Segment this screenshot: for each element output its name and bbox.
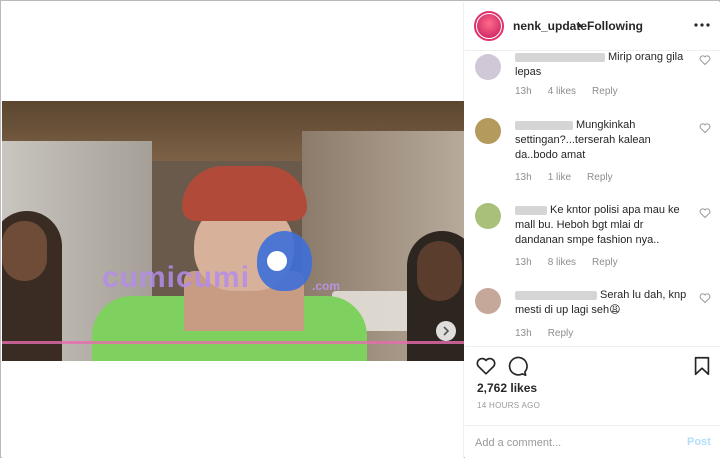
commenter-username-redacted[interactable] [515, 120, 573, 130]
post-sidebar: nenk_update • Following Mirip orang gila… [465, 2, 720, 458]
comment-heart-icon[interactable] [699, 54, 711, 66]
comment-text: Mungkinkah settingan?...terserah kalean … [515, 118, 693, 163]
comment-time: 13h [515, 86, 532, 97]
heart-icon[interactable] [475, 355, 497, 377]
comment-item: Ke kntor polisi apa mau ke mall bu. Hebo… [475, 203, 715, 273]
comment-heart-icon[interactable] [699, 207, 711, 219]
video-player[interactable]: cumicumi .com [2, 101, 464, 361]
username-link[interactable]: nenk_update [513, 19, 587, 33]
comment-text: Ke kntor polisi apa mau ke mall bu. Hebo… [515, 203, 693, 248]
post-modal: cumicumi .com nenk_update • Following Mi… [0, 0, 720, 458]
comment-item: Serah lu dah, knp mesti di up lagi seh😩 … [475, 288, 715, 345]
video-scene-line [2, 341, 464, 344]
video-person-face [417, 241, 462, 301]
comment-meta: 13h 8 likes Reply [515, 257, 618, 268]
reply-button[interactable]: Reply [592, 86, 618, 97]
commenter-avatar[interactable] [475, 203, 501, 229]
chevron-right-icon [443, 326, 450, 336]
next-media-button[interactable] [436, 321, 456, 341]
comment-likes[interactable]: 8 likes [548, 257, 576, 268]
video-person-hat [182, 166, 307, 221]
comment-meta: 13h 4 likes Reply [515, 86, 618, 97]
comment-time: 13h [515, 172, 532, 183]
comment-item: Mirip orang gila lepas 13h 4 likes Reply [475, 52, 715, 110]
commenter-username-redacted[interactable] [515, 290, 597, 300]
reply-button[interactable]: Reply [592, 257, 618, 268]
comment-meta: 13h 1 like Reply [515, 172, 613, 183]
video-watermark-domain: .com [312, 279, 341, 293]
comment-text: Serah lu dah, knp mesti di up lagi seh😩 [515, 288, 693, 318]
commenter-avatar[interactable] [475, 54, 501, 80]
post-timestamp: 14 HOURS AGO [477, 401, 541, 410]
watermark-mascot-eye [267, 251, 287, 271]
video-person-face [2, 221, 47, 281]
comment-text: Mirip orang gila lepas [515, 52, 693, 80]
commenter-avatar[interactable] [475, 118, 501, 144]
comment-likes[interactable]: 4 likes [548, 86, 576, 97]
reply-button[interactable]: Reply [587, 172, 613, 183]
comment-heart-icon[interactable] [699, 292, 711, 304]
media-area: cumicumi .com [2, 2, 464, 458]
add-comment-bar: Post [465, 425, 720, 458]
comment-icon[interactable] [506, 355, 528, 377]
separator-dot: • [578, 19, 583, 33]
commenter-avatar[interactable] [475, 288, 501, 314]
comment-time: 13h [515, 328, 532, 339]
following-button[interactable]: Following [587, 19, 643, 33]
commenter-username-redacted[interactable] [515, 52, 605, 62]
avatar-image [477, 14, 501, 38]
likes-count[interactable]: 2,762 likes [477, 381, 537, 395]
comment-input[interactable] [475, 434, 675, 452]
action-bar [465, 346, 720, 386]
comment-meta: 13h Reply [515, 328, 573, 339]
comments-list[interactable]: Mirip orang gila lepas 13h 4 likes Reply… [465, 52, 720, 345]
more-horizontal-icon[interactable] [693, 16, 711, 34]
video-watermark: cumicumi [102, 261, 251, 294]
comment-heart-icon[interactable] [699, 122, 711, 134]
post-header: nenk_update • Following [465, 2, 720, 51]
reply-button[interactable]: Reply [548, 328, 574, 339]
comment-likes[interactable]: 1 like [548, 172, 571, 183]
commenter-username-redacted[interactable] [515, 205, 547, 215]
comment-time: 13h [515, 257, 532, 268]
bookmark-icon[interactable] [691, 355, 713, 377]
avatar[interactable] [474, 11, 504, 41]
post-comment-button[interactable]: Post [687, 436, 711, 448]
comment-item: Mungkinkah settingan?...terserah kalean … [475, 118, 715, 188]
